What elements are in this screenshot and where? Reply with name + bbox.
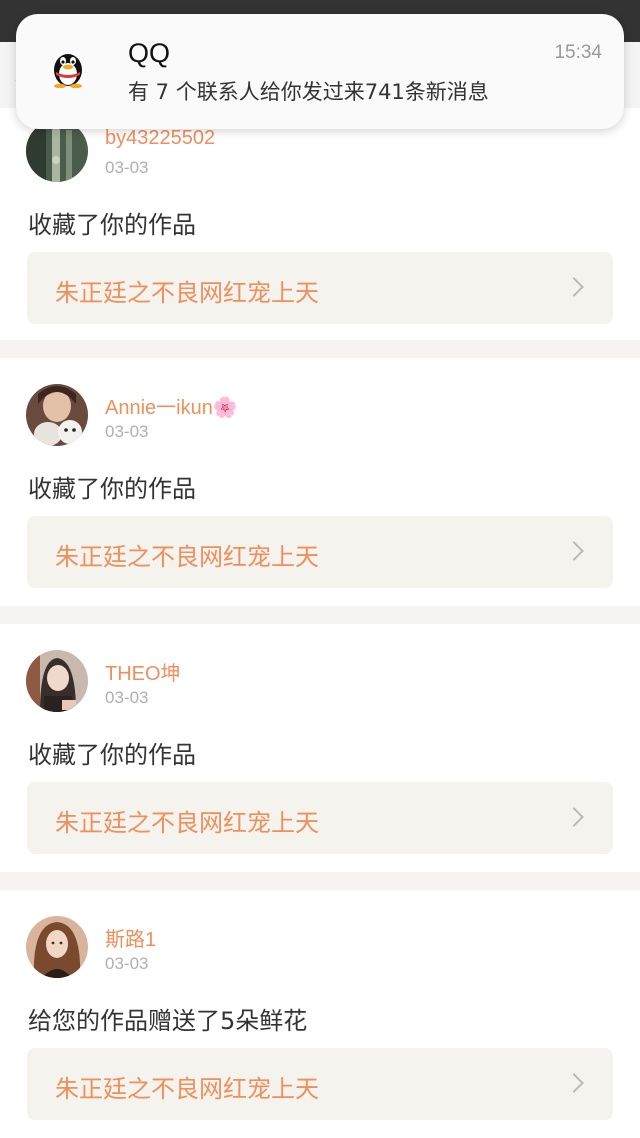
action-text: 给您的作品赠送了5朵鲜花 xyxy=(28,1007,308,1035)
notification-message: 有 7 个联系人给你发过来741条新消息 xyxy=(128,80,489,104)
chevron-right-icon xyxy=(564,277,584,297)
post-date: 03-03 xyxy=(105,422,149,441)
username-link[interactable]: 斯路1 xyxy=(105,923,156,952)
action-text: 收藏了你的作品 xyxy=(28,741,196,769)
action-text: 收藏了你的作品 xyxy=(28,475,196,503)
work-link[interactable]: 朱正廷之不良网红宠上天 xyxy=(27,252,613,324)
work-link[interactable]: 朱正廷之不良网红宠上天 xyxy=(27,516,613,588)
avatar[interactable] xyxy=(26,916,88,978)
work-title: 朱正廷之不良网红宠上天 xyxy=(55,543,319,571)
post-date: 03-03 xyxy=(105,688,149,707)
chevron-right-icon xyxy=(564,807,584,827)
work-title: 朱正廷之不良网红宠上天 xyxy=(55,279,319,307)
divider xyxy=(0,606,640,624)
activity-feed: by43225502 03-03 收藏了你的作品 朱正廷之不良网红宠上天 Ann… xyxy=(0,108,640,1138)
divider xyxy=(0,872,640,890)
username-link[interactable]: by43225502 xyxy=(105,127,215,150)
chevron-right-icon xyxy=(564,541,584,561)
action-text: 收藏了你的作品 xyxy=(28,211,196,239)
work-title: 朱正廷之不良网红宠上天 xyxy=(55,809,319,837)
feed-item: 斯路1 03-03 给您的作品赠送了5朵鲜花 朱正廷之不良网红宠上天 xyxy=(0,890,640,1138)
notification-time: 15:34 xyxy=(554,42,602,63)
chevron-right-icon xyxy=(564,1073,584,1093)
feed-item: THEO坤 03-03 收藏了你的作品 朱正廷之不良网红宠上天 xyxy=(0,624,640,872)
work-link[interactable]: 朱正廷之不良网红宠上天 xyxy=(27,1048,613,1120)
username-link[interactable]: Annie⁣一ikun🌸 xyxy=(105,391,238,420)
qq-penguin-icon xyxy=(50,48,86,89)
work-title: 朱正廷之不良网红宠上天 xyxy=(55,1075,319,1103)
feed-item: Annie⁣一ikun🌸 03-03 收藏了你的作品 朱正廷之不良网红宠上天 xyxy=(0,358,640,606)
notification-app-name: QQ xyxy=(128,38,171,68)
username-link[interactable]: THEO坤 xyxy=(105,657,181,686)
avatar[interactable] xyxy=(26,650,88,712)
qq-notification-banner[interactable]: QQ 15:34 有 7 个联系人给你发过来741条新消息 xyxy=(16,14,624,129)
work-link[interactable]: 朱正廷之不良网红宠上天 xyxy=(27,782,613,854)
avatar[interactable] xyxy=(26,120,88,182)
divider xyxy=(0,340,640,358)
post-date: 03-03 xyxy=(105,158,149,177)
avatar[interactable] xyxy=(26,384,88,446)
feed-item: by43225502 03-03 收藏了你的作品 朱正廷之不良网红宠上天 xyxy=(0,108,640,340)
notifications-screen: 动态 QQ 15:34 有 7 个联系人给你发过来741条新消息 xyxy=(0,0,640,1138)
post-date: 03-03 xyxy=(105,954,149,973)
